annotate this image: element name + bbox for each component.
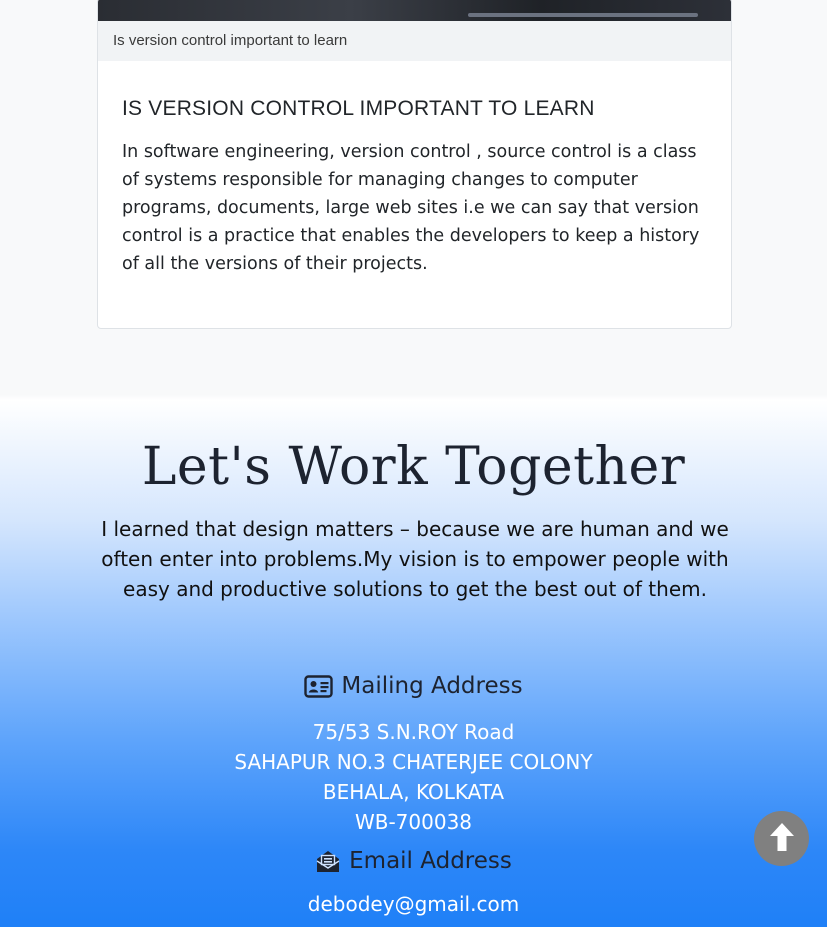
mailing-address-lines: 75/53 S.N.ROY Road SAHAPUR NO.3 CHATERJE…	[0, 717, 827, 837]
email-address-heading: Email Address	[0, 848, 827, 874]
address-line: WB-700038	[354, 810, 473, 834]
blog-card-text: In software engineering, version control…	[122, 142, 700, 274]
email-address-label: Email Address	[349, 848, 512, 874]
blog-card: Is version control important to learn IS…	[97, 0, 732, 329]
contact-section-intro: I learned that design matters – because …	[101, 517, 729, 601]
image-detail	[468, 13, 698, 17]
mailing-address-heading: Mailing Address	[0, 673, 827, 699]
address-line: BEHALA, KOLKATA	[322, 780, 505, 804]
address-card-icon	[304, 674, 334, 698]
email-value: debodey@gmail.com	[0, 892, 827, 916]
address-line: SAHAPUR NO.3 CHATERJEE COLONY	[234, 750, 593, 774]
arrow-up-icon	[768, 821, 796, 857]
blog-card-title[interactable]: IS VERSION CONTROL IMPORTANT TO LEARN	[122, 97, 595, 121]
contact-section-title: Let's Work Together	[141, 437, 686, 497]
blog-card-image-caption: Is version control important to learn	[98, 21, 731, 61]
blog-card-image[interactable]	[98, 0, 731, 21]
mailing-address-label: Mailing Address	[341, 673, 523, 699]
scroll-to-top-button[interactable]	[754, 811, 809, 866]
address-line: 75/53 S.N.ROY Road	[312, 720, 515, 744]
envelope-open-icon	[315, 849, 341, 874]
email-link[interactable]: debodey@gmail.com	[308, 892, 519, 916]
